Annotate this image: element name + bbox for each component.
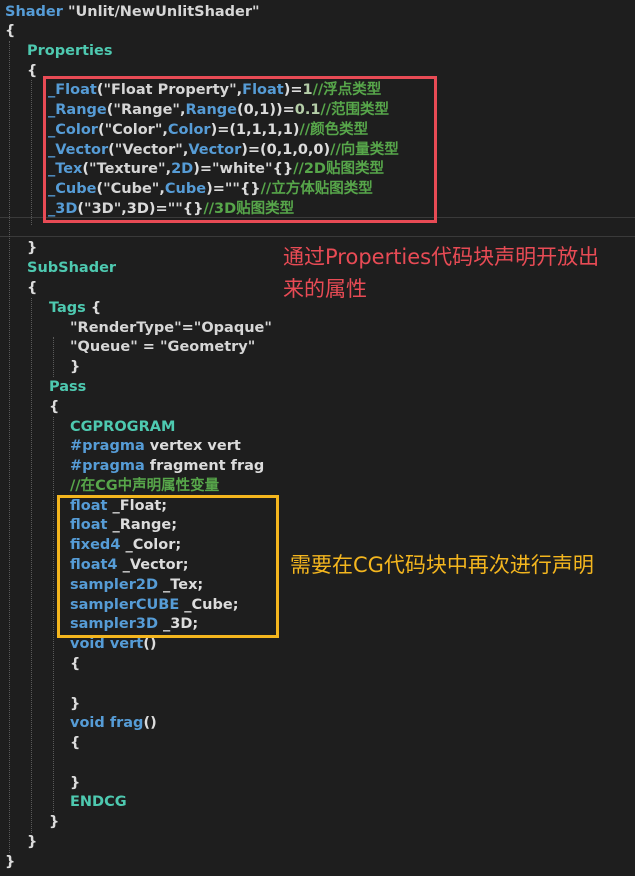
code-line[interactable]: { (0, 733, 635, 753)
code-token: { (5, 23, 16, 39)
code-line[interactable] (0, 674, 635, 694)
code-line[interactable]: Properties (0, 41, 635, 61)
code-line[interactable]: //在CG中声明属性变量 (0, 476, 635, 496)
code-token: } (70, 696, 81, 712)
code-line[interactable]: "RenderType"="Opaque" (0, 318, 635, 338)
code-token: { (49, 399, 60, 415)
code-token: "Geometry" (160, 339, 256, 355)
code-token: } (70, 359, 81, 375)
code-token: () (143, 636, 157, 652)
code-token: frag (104, 715, 144, 731)
code-line[interactable]: } (0, 812, 635, 832)
code-line[interactable]: Shader "Unlit/NewUnlitShader" (0, 2, 635, 22)
code-token: = (181, 320, 194, 336)
code-token: #pragma (70, 438, 145, 454)
code-token: //在CG中声明属性变量 (70, 478, 220, 494)
code-line[interactable]: #pragma vertex vert (0, 436, 635, 456)
code-token: = (137, 339, 160, 355)
code-token: "Unlit/NewUnlitShader" (67, 4, 260, 20)
cg-annotation: 需要在CG代码块中再次进行声明 (290, 553, 594, 577)
code-token: } (5, 854, 16, 870)
code-token: } (27, 834, 38, 850)
code-token: void (70, 636, 105, 652)
code-token: "RenderType" (70, 320, 182, 336)
code-line[interactable]: } (0, 852, 635, 872)
code-token: "Opaque" (193, 320, 272, 336)
code-token: Shader (5, 4, 68, 20)
code-line[interactable]: void frag() (0, 713, 635, 733)
code-line[interactable]: } (0, 357, 635, 377)
code-token: CGPROGRAM (70, 419, 176, 435)
properties-highlight-box (43, 76, 437, 223)
code-line[interactable]: } (0, 832, 635, 852)
code-token: vert (104, 636, 144, 652)
code-line[interactable]: { (0, 654, 635, 674)
code-line[interactable]: CGPROGRAM (0, 417, 635, 437)
code-token: vertex vert (144, 438, 241, 454)
code-line[interactable]: { (0, 397, 635, 417)
code-token: } (70, 775, 81, 791)
code-token: Tags (49, 300, 86, 316)
code-token: fragment frag (144, 458, 265, 474)
code-token: SubShader (27, 260, 117, 276)
code-token: Pass (49, 379, 87, 395)
code-token: { (70, 735, 81, 751)
code-token: { (70, 656, 81, 672)
properties-annotation: 通过Properties代码块声明开放出来的属性 (283, 245, 600, 301)
code-token: () (143, 715, 157, 731)
code-line[interactable]: #pragma fragment frag (0, 456, 635, 476)
code-token: #pragma (70, 458, 145, 474)
code-token: { (27, 63, 38, 79)
code-line[interactable]: Pass (0, 377, 635, 397)
code-token: { (27, 280, 38, 296)
code-token: ENDCG (70, 794, 127, 810)
code-token: { (85, 300, 102, 316)
code-line[interactable]: "Queue" = "Geometry" (0, 337, 635, 357)
code-editor[interactable]: Shader "Unlit/NewUnlitShader"{Properties… (0, 0, 635, 876)
cg-declarations-highlight-box (57, 495, 279, 638)
code-token: Properties (27, 43, 113, 59)
code-line[interactable] (0, 753, 635, 773)
code-token: } (27, 240, 38, 256)
code-line[interactable]: } (0, 773, 635, 793)
code-token: } (49, 814, 60, 830)
code-line[interactable]: } (0, 694, 635, 714)
code-line[interactable]: { (0, 21, 635, 41)
code-token: "Queue" (70, 339, 138, 355)
code-token: void (70, 715, 105, 731)
code-line[interactable]: ENDCG (0, 792, 635, 812)
